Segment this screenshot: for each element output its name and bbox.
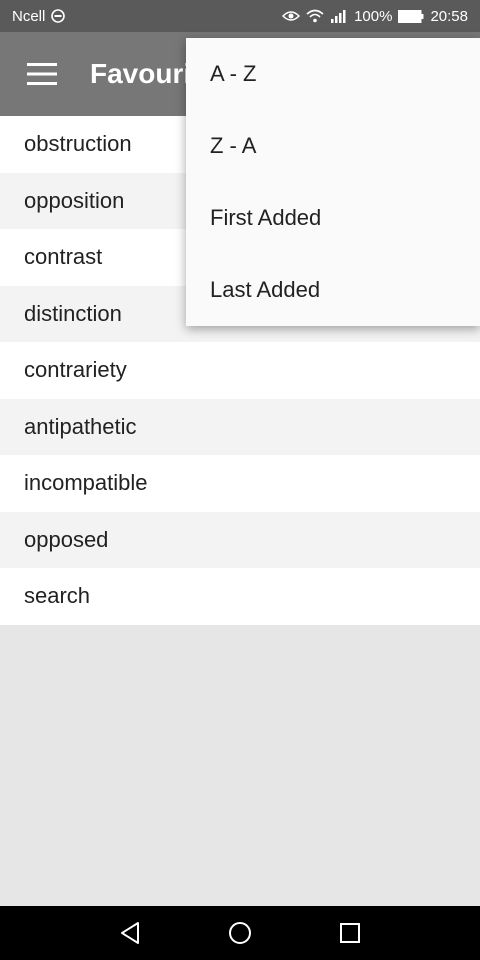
clock: 20:58 — [430, 7, 468, 25]
home-icon[interactable] — [220, 913, 260, 953]
list-item[interactable]: search — [0, 568, 480, 625]
list-item[interactable]: antipathetic — [0, 398, 480, 455]
signal-icon — [330, 9, 348, 23]
sort-menu: A - Z Z - A First Added Last Added — [186, 38, 480, 326]
list-item[interactable]: opposed — [0, 511, 480, 568]
carrier-name: Ncell — [12, 7, 46, 25]
carrier-settings-icon — [51, 9, 66, 23]
recents-icon[interactable] — [330, 913, 370, 953]
list-item[interactable]: incompatible — [0, 455, 480, 512]
sort-z-a-option[interactable]: Z - A — [186, 110, 480, 182]
status-bar: Ncell 100% 20:58 — [0, 0, 480, 32]
sort-first-added-option[interactable]: First Added — [186, 182, 480, 254]
battery-icon — [398, 9, 424, 23]
sort-last-added-option[interactable]: Last Added — [186, 254, 480, 326]
sort-a-z-option[interactable]: A - Z — [186, 38, 480, 110]
navigation-bar — [0, 906, 480, 960]
list-item[interactable]: contrariety — [0, 342, 480, 399]
back-icon[interactable] — [110, 913, 150, 953]
hamburger-menu-icon[interactable] — [0, 32, 84, 116]
eye-icon — [282, 10, 301, 22]
wifi-icon — [306, 9, 324, 23]
battery-percent: 100% — [354, 7, 393, 25]
